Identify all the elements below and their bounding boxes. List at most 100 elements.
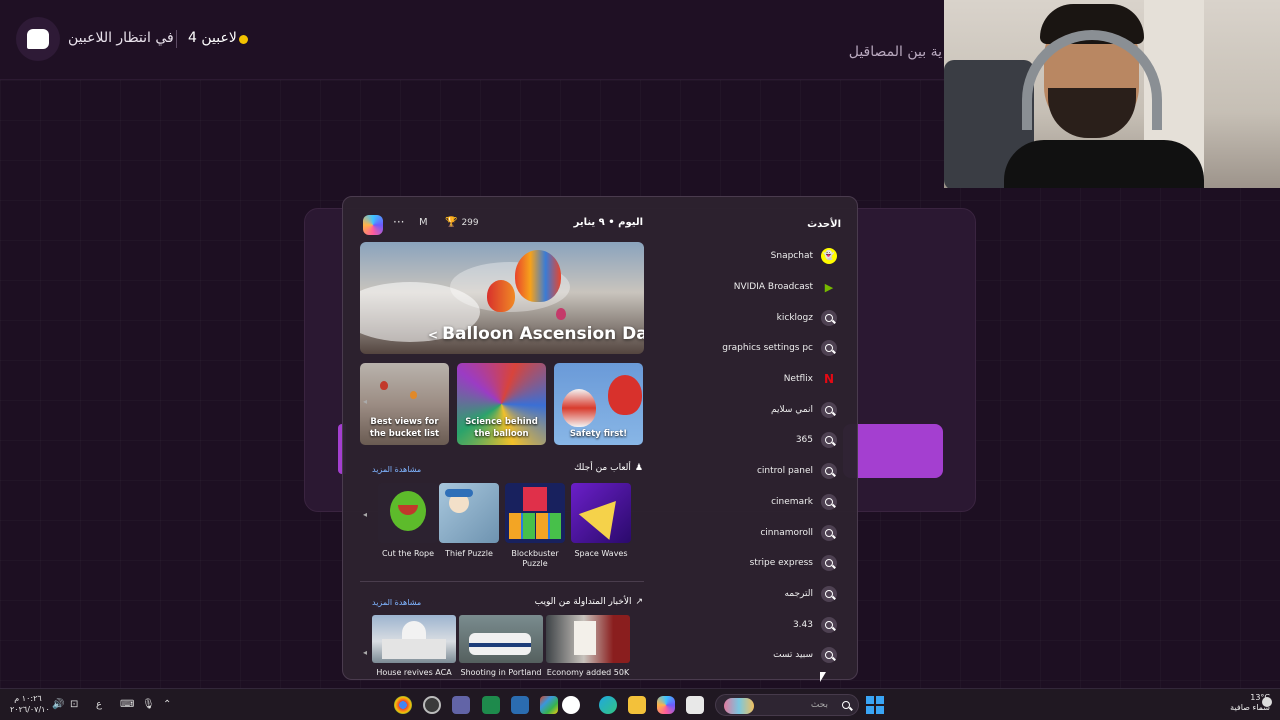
chrome-icon[interactable] (394, 696, 412, 714)
story-label: Best views for the bucket list (369, 416, 440, 440)
search-icon (821, 340, 837, 357)
game-label: Cut the Rope (381, 549, 435, 558)
news-card[interactable]: House revives ACA (372, 615, 456, 677)
app-logo[interactable] (16, 17, 60, 61)
recent-item-label: cinnamoroll (760, 527, 813, 538)
more-options-icon[interactable]: ··· (393, 215, 404, 229)
recent-item-label: graphics settings pc (722, 343, 813, 354)
game-label: Blockbuster Puzzle (511, 549, 559, 569)
recent-title: الأحدث (807, 219, 841, 230)
hero-card[interactable]: < Balloon Ascension Day (360, 242, 644, 354)
cap-icon (445, 489, 473, 497)
search-highlight-art (724, 698, 754, 714)
recent-item[interactable]: kicklogz (617, 302, 837, 333)
news-see-more-link[interactable]: مشاهدة المزيد (372, 598, 421, 607)
search-icon (821, 647, 837, 664)
recent-item[interactable]: 3.43 (617, 609, 837, 640)
story-card[interactable]: Science behind the balloon (457, 363, 546, 445)
recent-item[interactable]: NVIDIA Broadcast ▶ (617, 272, 837, 303)
windows-start-icon[interactable] (866, 696, 884, 714)
carousel-left-icon[interactable]: ◂ (363, 397, 367, 406)
edge-icon[interactable] (599, 696, 617, 714)
recent-item[interactable]: graphics settings pc (617, 333, 837, 364)
volume-icon[interactable]: 🔊 (52, 699, 64, 710)
taskbar-search-box[interactable]: بحث (715, 694, 859, 716)
recent-item[interactable]: Netflix N (617, 364, 837, 395)
headset-icon (1022, 30, 1162, 130)
trophy-icon: 🏆 (445, 217, 458, 228)
copilot-taskbar-icon[interactable] (657, 696, 675, 714)
snapchat-icon: 👻 (821, 248, 837, 265)
today-date: اليوم • ٩ يناير (573, 217, 643, 228)
recent-item[interactable]: انمي سلايم (617, 394, 837, 425)
recent-item[interactable]: cintrol panel (617, 456, 837, 487)
weather-desc: سماء صافية (1230, 703, 1270, 713)
search-icon (821, 585, 837, 602)
carousel-left-icon[interactable]: ◂ (363, 648, 367, 657)
recent-item-label: NVIDIA Broadcast (733, 282, 813, 293)
recent-item[interactable]: 365 (617, 425, 837, 456)
search-icon (821, 463, 837, 480)
excel-icon[interactable] (482, 696, 500, 714)
recent-item-label: سبيد تست (773, 650, 813, 661)
hot-air-balloon-icon (515, 250, 561, 302)
game-tile[interactable]: Cut the Rope (378, 483, 438, 559)
car-stripe-icon (469, 643, 531, 647)
game-tile[interactable]: Blockbuster Puzzle (505, 483, 565, 570)
file-explorer-icon[interactable] (628, 696, 646, 714)
game-label: Thief Puzzle (445, 549, 493, 558)
clock-date: ٢٠٢٦/٠٧/١٠ (10, 704, 50, 714)
story-card[interactable]: Best views for the bucket list (360, 363, 449, 445)
recent-item[interactable]: الترجمه (617, 579, 837, 610)
blockbuster-puzzle-thumbnail (505, 483, 565, 543)
recent-item-label: kicklogz (776, 312, 813, 323)
keyboard-icon[interactable]: ⌨ (120, 699, 134, 710)
m365-icon[interactable] (540, 696, 558, 714)
hot-air-balloon-icon (562, 389, 596, 427)
copilot-icon[interactable] (363, 215, 383, 235)
news-label: Shooting in Portland (460, 668, 542, 677)
recent-item[interactable]: سبيد تست (617, 640, 837, 671)
recent-item-label: الترجمه (784, 588, 813, 599)
blocks-icon (509, 513, 561, 539)
carousel-left-icon[interactable]: ◂ (363, 510, 367, 519)
search-icon (821, 401, 837, 418)
rewards-badge[interactable]: 🏆 299 (445, 217, 479, 228)
character-app-icon[interactable] (562, 696, 580, 714)
section-divider (360, 581, 644, 582)
account-initial[interactable]: M (419, 217, 428, 228)
store-icon[interactable] (511, 696, 529, 714)
clock-time: ١٠:٢٦ م (14, 694, 42, 703)
hot-air-balloon-icon (556, 308, 566, 320)
taskbar-clock[interactable]: ١٠:٢٦ م ٢٠٢٦/٠٧/١٠ (10, 694, 50, 716)
search-icon (842, 701, 850, 709)
story-label: Science behind the balloon (465, 416, 538, 440)
mouse-cursor-icon (820, 672, 826, 682)
language-indicator[interactable]: ع (96, 699, 102, 710)
hot-air-balloon-icon (380, 381, 388, 390)
search-icon (821, 616, 837, 633)
game-tile[interactable]: Thief Puzzle (439, 483, 499, 559)
weather-widget[interactable]: 13°C سماء صافية (1206, 693, 1270, 714)
recent-item-label: cinemark (771, 496, 813, 507)
games-see-more-link[interactable]: مشاهدة المزيد (372, 465, 421, 474)
teams-icon[interactable] (452, 696, 470, 714)
recent-item[interactable]: Snapchat 👻 (617, 241, 837, 272)
recent-item-label: Netflix (783, 374, 813, 385)
lobby-action-button[interactable] (843, 424, 943, 478)
cut-the-rope-thumbnail (378, 483, 438, 543)
network-icon[interactable]: ⊡ (70, 699, 78, 710)
settings-icon[interactable] (423, 696, 441, 714)
microphone-icon[interactable]: 🎙 (142, 699, 155, 710)
hero-title[interactable]: < Balloon Ascension Day (428, 324, 644, 344)
recent-item[interactable]: cinemark (617, 487, 837, 518)
recent-item-label: cintrol panel (756, 466, 813, 477)
news-card[interactable]: Shooting in Portland (459, 615, 543, 677)
players-count: 4 لاعبين (188, 30, 237, 46)
waiting-label: في انتظار اللاعبين (68, 30, 174, 46)
hot-air-balloon-icon (487, 280, 515, 312)
task-view-icon[interactable] (686, 696, 704, 714)
recent-item[interactable]: stripe express (617, 548, 837, 579)
recent-item[interactable]: cinnamoroll (617, 517, 837, 548)
chevron-up-icon[interactable]: ⌃ (163, 699, 171, 710)
